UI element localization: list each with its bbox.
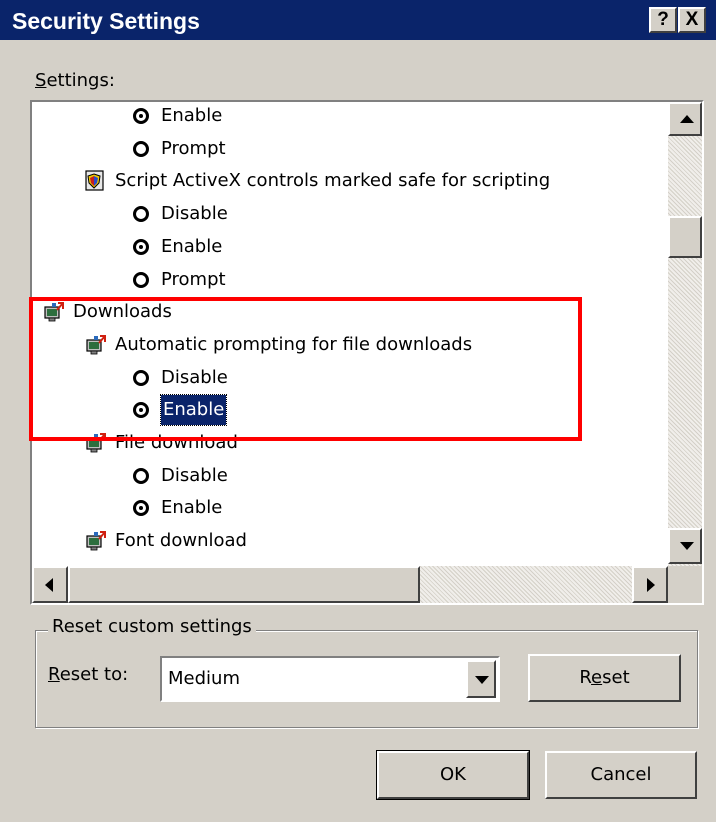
- radio-label[interactable]: Prompt: [161, 265, 226, 295]
- radio-unchecked-icon[interactable]: [133, 206, 149, 223]
- radio-label[interactable]: Enable: [159, 394, 228, 427]
- settings-tree[interactable]: Enable Prompt Script ActiveX controls mark…: [30, 100, 704, 605]
- vertical-scroll-thumb[interactable]: [668, 216, 702, 258]
- arrow-right-icon: [647, 578, 655, 592]
- radio-checked-icon[interactable]: [133, 108, 149, 124]
- radio-label[interactable]: Enable: [161, 232, 222, 262]
- downloads-icon: [86, 531, 106, 551]
- reset-level-value: Medium: [168, 668, 240, 689]
- arrow-up-icon: [680, 115, 694, 123]
- title-bar: Security Settings ? X: [0, 0, 716, 40]
- horizontal-scrollbar[interactable]: [32, 566, 668, 603]
- close-button[interactable]: X: [678, 7, 706, 33]
- reset-level-select[interactable]: Medium: [160, 656, 500, 702]
- radio-label[interactable]: Enable: [161, 493, 222, 523]
- radio-label[interactable]: Prompt: [161, 134, 226, 164]
- scroll-right-button[interactable]: [632, 566, 668, 603]
- radio-checked-icon[interactable]: [133, 500, 149, 517]
- scroll-left-button[interactable]: [32, 566, 68, 603]
- radio-checked-icon[interactable]: [133, 238, 149, 255]
- scroll-up-button[interactable]: [668, 102, 702, 136]
- radio-unchecked-icon[interactable]: [133, 369, 149, 386]
- radio-label[interactable]: Disable: [161, 461, 228, 491]
- cancel-button[interactable]: Cancel: [545, 751, 697, 799]
- radio-unchecked-icon[interactable]: [133, 140, 149, 157]
- reset-group-legend: Reset custom settings: [48, 616, 256, 637]
- horizontal-scroll-thumb[interactable]: [68, 566, 420, 603]
- category-label: File download: [115, 432, 238, 453]
- settings-label: Settings:: [35, 70, 115, 91]
- vertical-scrollbar[interactable]: [668, 102, 702, 566]
- settings-tree-content: Enable Prompt Script ActiveX controls mark…: [33, 103, 661, 565]
- shield-icon: [85, 170, 104, 191]
- reset-to-label: Reset to:: [48, 664, 129, 685]
- radio-unchecked-icon[interactable]: [133, 467, 149, 484]
- downloads-icon: [86, 433, 106, 453]
- scroll-down-button[interactable]: [668, 528, 702, 564]
- reset-button[interactable]: Reset: [528, 654, 681, 702]
- window-title: Security Settings: [12, 8, 200, 34]
- chevron-down-icon: [475, 676, 489, 684]
- radio-unchecked-icon[interactable]: [133, 271, 149, 288]
- radio-label[interactable]: Disable: [161, 199, 228, 229]
- scrollbar-corner: [668, 566, 702, 603]
- downloads-icon: [44, 302, 64, 322]
- combo-dropdown-button[interactable]: [466, 660, 496, 698]
- arrow-down-icon: [680, 542, 694, 550]
- radio-checked-icon[interactable]: [133, 402, 149, 419]
- ok-button[interactable]: OK: [376, 750, 530, 800]
- category-label: Script ActiveX controls marked safe for …: [115, 170, 551, 192]
- arrow-left-icon: [45, 578, 53, 592]
- radio-label[interactable]: Disable: [161, 363, 228, 393]
- category-label: Font download: [115, 530, 247, 552]
- radio-label[interactable]: Enable: [161, 103, 222, 131]
- help-button[interactable]: ?: [649, 7, 677, 33]
- category-label: Downloads: [73, 301, 172, 323]
- downloads-icon: [86, 334, 106, 355]
- category-label: Automatic prompting for file downloads: [115, 333, 473, 355]
